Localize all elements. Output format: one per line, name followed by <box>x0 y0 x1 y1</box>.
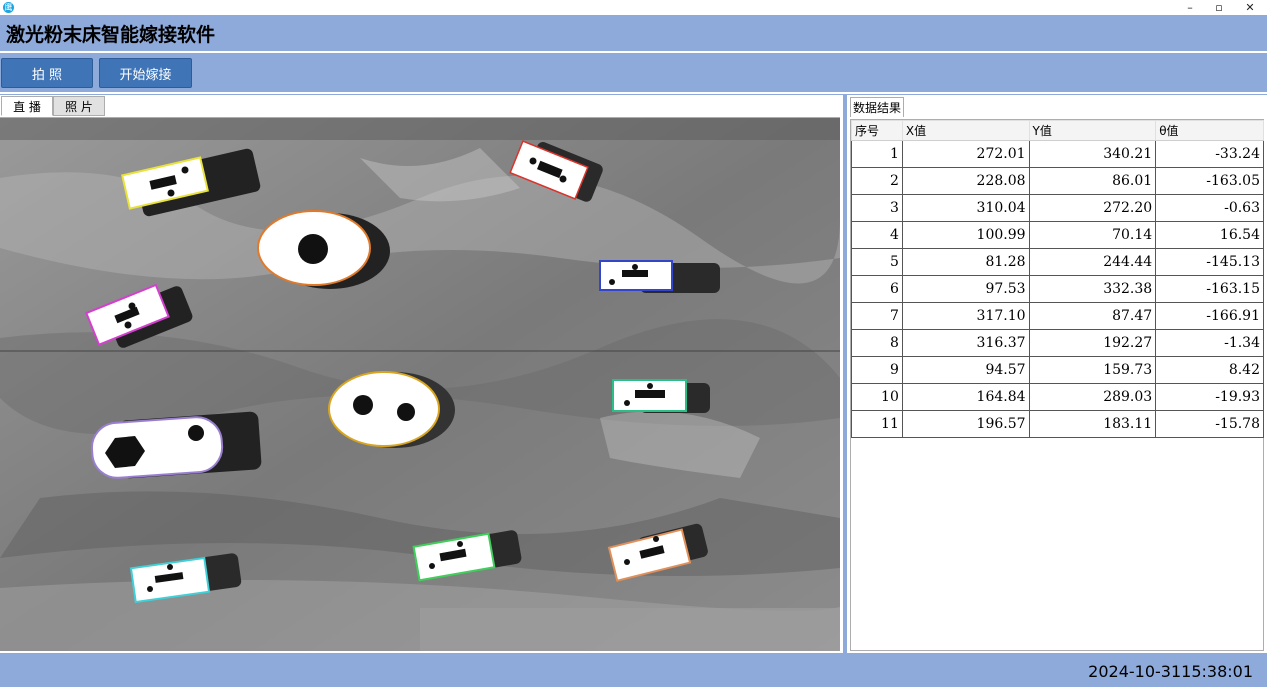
table-cell: 316.37 <box>901 329 1030 357</box>
table-row[interactable]: 2 228.08 86.01 -163.05 <box>851 167 1264 195</box>
table-cell: 159.73 <box>1028 356 1157 384</box>
table-cell: 1 <box>851 140 903 168</box>
table-cell: 332.38 <box>1028 275 1157 303</box>
table-cell: -1.34 <box>1155 329 1264 357</box>
table-cell: 183.11 <box>1028 410 1157 438</box>
table-cell: -19.93 <box>1155 383 1264 411</box>
start-grafting-button[interactable]: 开始嫁接 <box>99 58 192 88</box>
table-cell: 87.47 <box>1028 302 1157 330</box>
table-row[interactable]: 4 100.99 70.14 16.54 <box>851 221 1264 249</box>
camera-view[interactable] <box>0 117 840 651</box>
table-cell: 8 <box>851 329 903 357</box>
table-cell: 10 <box>851 383 903 411</box>
app-logo-icon: 鹰 <box>3 2 14 13</box>
table-cell: 340.21 <box>1028 140 1157 168</box>
table-cell: 272.20 <box>1028 194 1157 222</box>
table-cell: -163.15 <box>1155 275 1264 303</box>
table-cell: 94.57 <box>901 356 1030 384</box>
title-bar: 鹰 – ▫ ✕ <box>0 0 1267 15</box>
tab-photo[interactable]: 照 片 <box>53 96 105 116</box>
table-cell: -33.24 <box>1155 140 1264 168</box>
table-cell: 164.84 <box>901 383 1030 411</box>
table-cell: 81.28 <box>901 248 1030 276</box>
table-cell: 7 <box>851 302 903 330</box>
table-cell: 97.53 <box>901 275 1030 303</box>
table-row[interactable]: 7 317.10 87.47 -166.91 <box>851 302 1264 330</box>
column-header[interactable]: θ值 <box>1155 120 1264 141</box>
table-cell: 9 <box>851 356 903 384</box>
camera-panel: 直 播 照 片 <box>0 95 843 653</box>
part-4 <box>599 260 720 293</box>
table-row[interactable]: 6 97.53 332.38 -163.15 <box>851 275 1264 303</box>
table-row[interactable]: 10 164.84 289.03 -19.93 <box>851 383 1264 411</box>
table-cell: 70.14 <box>1028 221 1157 249</box>
column-header[interactable]: X值 <box>901 120 1030 141</box>
table-row[interactable]: 11 196.57 183.11 -15.78 <box>851 410 1264 438</box>
table-cell: -166.91 <box>1155 302 1264 330</box>
table-cell: 310.04 <box>901 194 1030 222</box>
table-cell: 196.57 <box>901 410 1030 438</box>
app-window: 鹰 – ▫ ✕ 激光粉末床智能嫁接软件 拍 照 开始嫁接 直 播 照 片 数据结… <box>0 0 1267 687</box>
table-cell: -0.63 <box>1155 194 1264 222</box>
app-header: 激光粉末床智能嫁接软件 <box>0 15 1267 51</box>
column-header[interactable]: Y值 <box>1028 120 1157 141</box>
part-8 <box>328 371 455 448</box>
table-cell: 8.42 <box>1155 356 1264 384</box>
table-cell: 4 <box>851 221 903 249</box>
table-cell: 6 <box>851 275 903 303</box>
table-cell: 192.27 <box>1028 329 1157 357</box>
app-title: 激光粉末床智能嫁接软件 <box>6 24 216 46</box>
table-cell: -145.13 <box>1155 248 1264 276</box>
table-cell: 3 <box>851 194 903 222</box>
column-header[interactable]: 序号 <box>851 120 903 141</box>
close-button[interactable]: ✕ <box>1237 0 1263 15</box>
table-row[interactable]: 8 316.37 192.27 -1.34 <box>851 329 1264 357</box>
part-6 <box>612 379 710 413</box>
table-row[interactable]: 9 94.57 159.73 8.42 <box>851 356 1264 384</box>
results-group-title: 数据结果 <box>850 97 905 117</box>
table-header-row: 序号 X值 Y值 θ值 <box>851 120 1264 141</box>
status-bar: 2024-10-3115:38:01 <box>0 656 1267 687</box>
table-cell: 317.10 <box>901 302 1030 330</box>
table-cell: 86.01 <box>1028 167 1157 195</box>
tab-live[interactable]: 直 播 <box>1 96 53 116</box>
table-cell: 11 <box>851 410 903 438</box>
restore-button[interactable]: ▫ <box>1206 0 1232 15</box>
table-cell: 2 <box>851 167 903 195</box>
table-cell: 5 <box>851 248 903 276</box>
results-table[interactable]: 序号 X值 Y值 θ值 1 272.01 340.21 -33.24 2 228.08 86… <box>850 119 1264 651</box>
datetime-display: 2024-10-3115:38:01 <box>1088 662 1253 681</box>
table-cell: 289.03 <box>1028 383 1157 411</box>
capture-button[interactable]: 拍 照 <box>1 58 93 88</box>
toolbar-divider <box>0 92 1267 94</box>
table-cell: 244.44 <box>1028 248 1157 276</box>
minimize-button[interactable]: – <box>1177 0 1203 15</box>
table-cell: 272.01 <box>901 140 1030 168</box>
toolbar: 拍 照 开始嫁接 <box>0 53 1267 92</box>
table-cell: 228.08 <box>901 167 1030 195</box>
camera-image <box>0 118 840 651</box>
table-cell: 100.99 <box>901 221 1030 249</box>
table-cell: -15.78 <box>1155 410 1264 438</box>
table-row[interactable]: 3 310.04 272.20 -0.63 <box>851 194 1264 222</box>
results-panel: 数据结果 序号 X值 Y值 θ值 1 272.01 340.21 -33.24 2 228… <box>846 95 1267 653</box>
table-cell: -163.05 <box>1155 167 1264 195</box>
table-row[interactable]: 5 81.28 244.44 -145.13 <box>851 248 1264 276</box>
table-row[interactable]: 1 272.01 340.21 -33.24 <box>851 140 1264 168</box>
table-cell: 16.54 <box>1155 221 1264 249</box>
